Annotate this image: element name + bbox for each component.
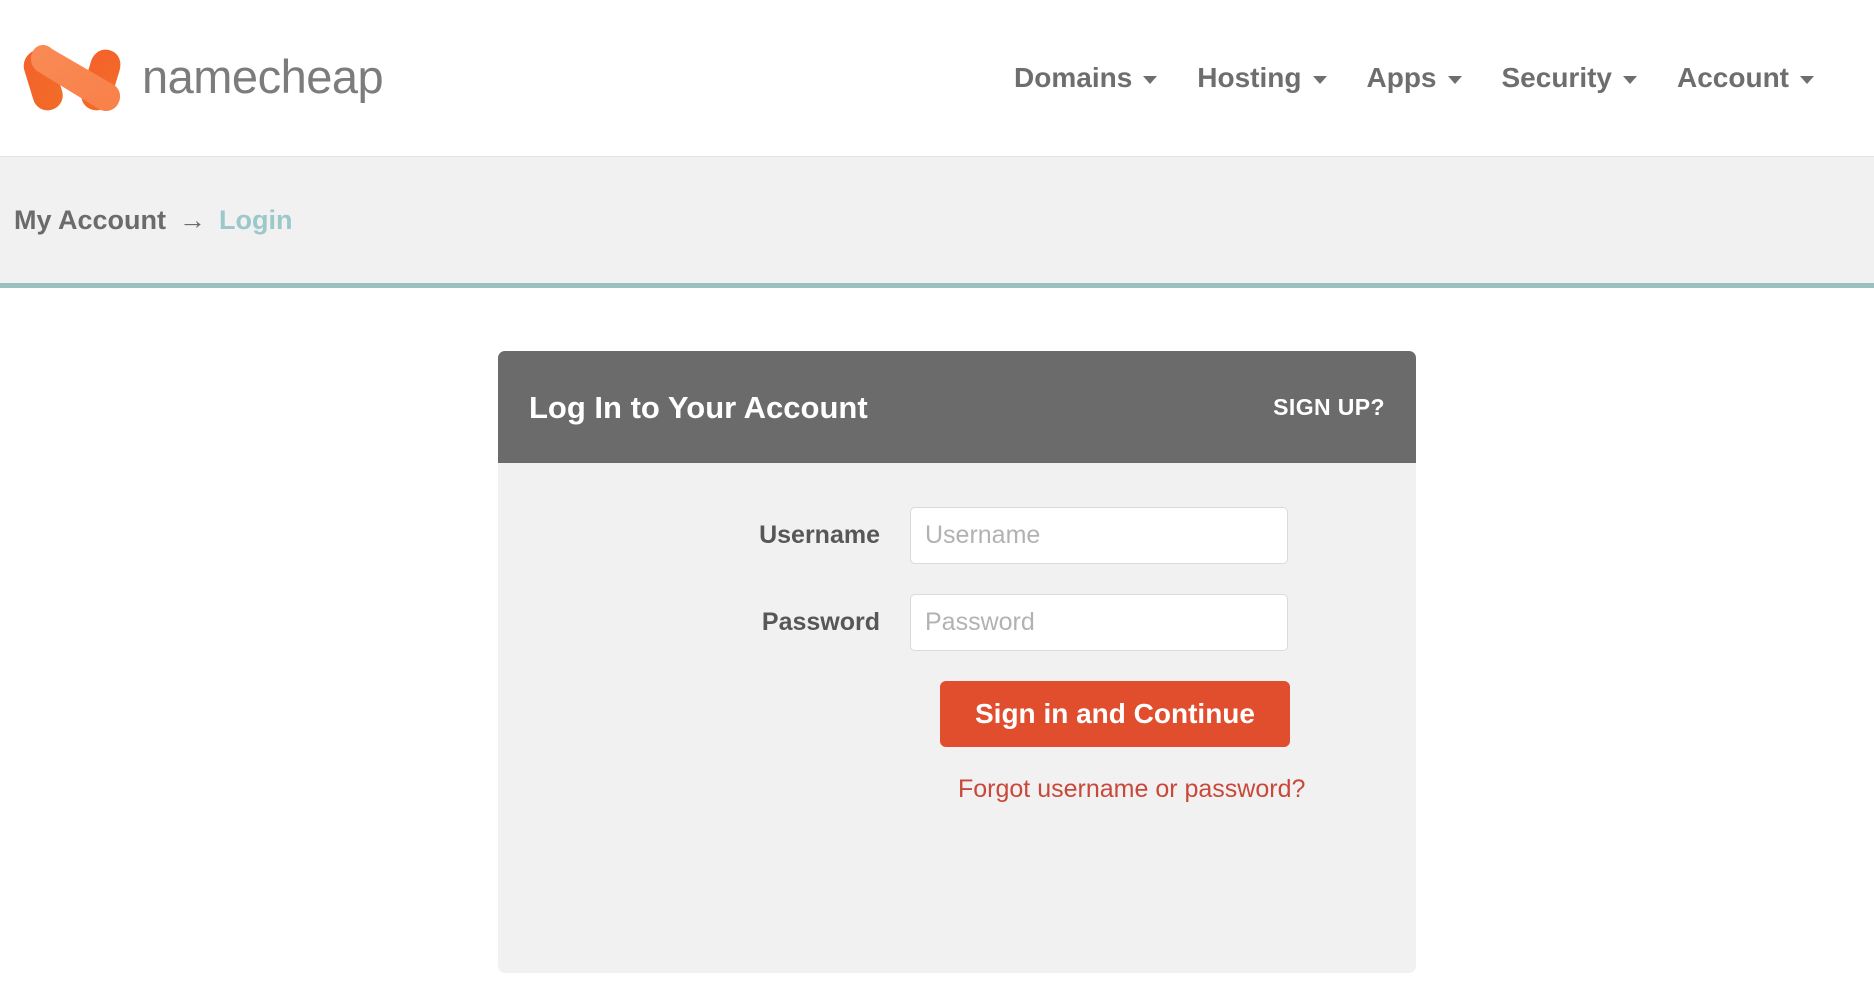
nav-item-label: Hosting [1197,62,1302,93]
chevron-down-icon [1312,76,1327,84]
username-field-row: Username [498,507,1416,564]
page-content: Log In to Your Account SIGN UP? Username… [0,288,1874,988]
page-title: Log In to Your Account [529,389,868,425]
breadcrumb-current[interactable]: Login [219,206,292,234]
brand-name: namecheap [142,49,384,103]
nav-item-account[interactable]: Account [1657,64,1834,92]
chevron-down-icon [1143,76,1158,84]
main-nav: Domains Hosting Apps Security Account [994,64,1852,92]
nav-item-label: Security [1501,62,1613,93]
username-label: Username [759,521,880,549]
breadcrumb-separator-icon: → [179,204,207,235]
nav-item-domains[interactable]: Domains [994,64,1177,92]
nav-item-security[interactable]: Security [1482,64,1658,92]
sign-in-button[interactable]: Sign in and Continue [940,681,1290,747]
brand-logo[interactable]: namecheap [14,0,384,156]
forgot-credentials-link[interactable]: Forgot username or password? [958,777,1305,802]
breadcrumb-root[interactable]: My Account [14,206,166,234]
chevron-down-icon [1623,76,1637,84]
nav-item-hosting[interactable]: Hosting [1177,64,1346,92]
nav-item-apps[interactable]: Apps [1347,64,1482,92]
chevron-down-icon [1447,76,1462,84]
sign-up-link[interactable]: SIGN UP? [1273,395,1385,419]
login-card-header: Log In to Your Account SIGN UP? [498,351,1416,463]
nav-item-label: Apps [1366,62,1437,93]
nav-item-label: Account [1677,62,1789,93]
top-navigation-bar: namecheap Domains Hosting Apps Security … [0,0,1874,157]
nav-item-label: Domains [1014,62,1133,93]
form-actions: Sign in and Continue Forgot username or … [498,681,1416,802]
login-card: Log In to Your Account SIGN UP? Username… [498,351,1416,973]
password-label: Password [761,608,880,636]
password-field-row: Password [498,594,1416,651]
password-input[interactable] [910,594,1288,651]
namecheap-n-logo-icon [23,45,121,112]
username-input[interactable] [910,507,1288,564]
chevron-down-icon [1800,76,1814,84]
login-form: Username Password Sign in and Continue F… [498,463,1416,973]
breadcrumb-bar: My Account → Login [0,157,1874,288]
